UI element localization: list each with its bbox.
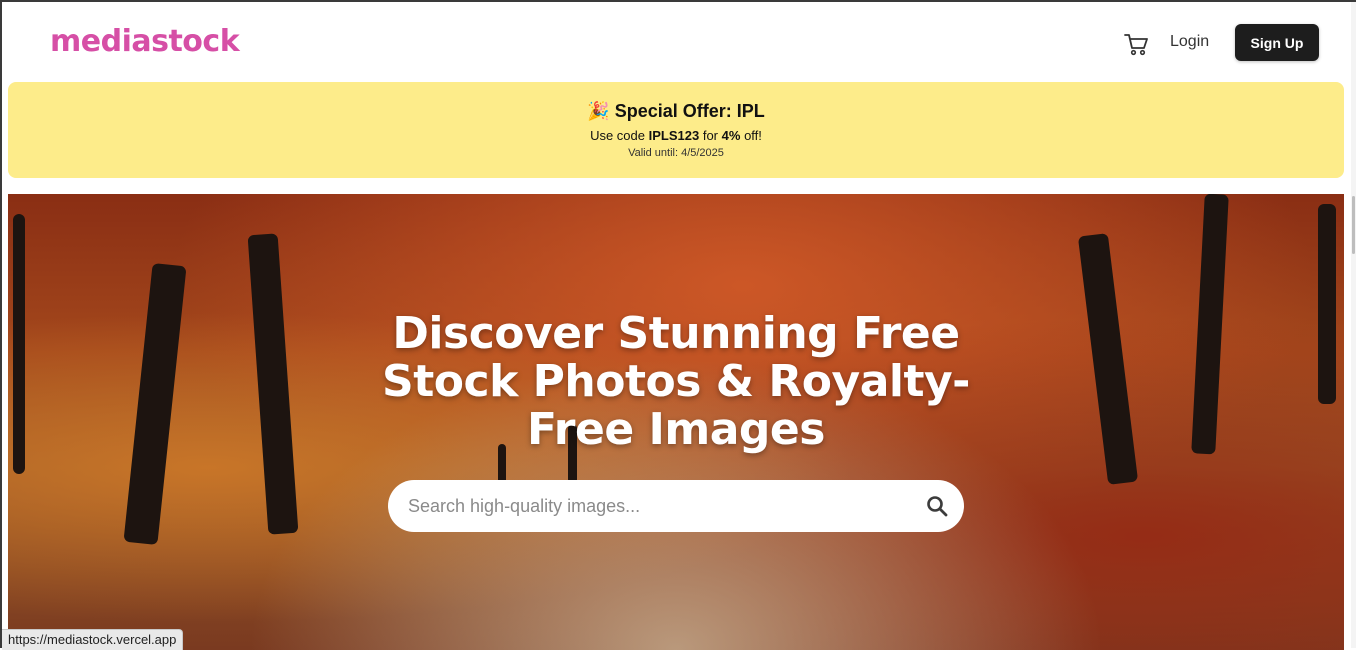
tree-trunk xyxy=(123,262,187,546)
offer-code-suffix: off! xyxy=(744,128,762,143)
scrollbar-track[interactable] xyxy=(1351,2,1356,648)
site-header: mediastock Login Sign Up xyxy=(2,2,1356,82)
special-offer-banner: 🎉 Special Offer: IPL Use code IPLS123 fo… xyxy=(8,82,1344,178)
tree-trunk xyxy=(1318,204,1336,404)
tree-trunk xyxy=(247,233,299,535)
status-bar-url: https://mediastock.vercel.app xyxy=(2,629,184,650)
search-input[interactable] xyxy=(408,480,908,532)
site-logo[interactable]: mediastock xyxy=(50,24,240,59)
offer-valid-until: Valid until: 4/5/2025 xyxy=(628,147,724,159)
offer-title: 🎉 Special Offer: IPL xyxy=(8,101,1344,122)
search-icon[interactable] xyxy=(926,495,948,517)
cart-icon[interactable] xyxy=(1122,30,1150,58)
hero-section: Discover Stunning Free Stock Photos & Ro… xyxy=(8,194,1344,650)
search-bar xyxy=(388,480,964,532)
login-link[interactable]: Login xyxy=(1170,33,1209,51)
offer-code-mid: for xyxy=(702,128,719,143)
browser-viewport: mediastock Login Sign Up 🎉 Special Offer… xyxy=(0,0,1356,650)
discount-value: 4% xyxy=(721,128,741,143)
scrollbar-thumb[interactable] xyxy=(1352,196,1355,254)
signup-button[interactable]: Sign Up xyxy=(1235,24,1319,61)
tree-trunk xyxy=(1077,233,1139,485)
offer-code-line: Use code IPLS123 for 4% off! xyxy=(8,128,1344,143)
tree-trunk xyxy=(1191,194,1229,455)
offer-title-text: Special Offer: IPL xyxy=(614,101,765,121)
party-popper-icon: 🎉 xyxy=(587,101,610,121)
hero-title: Discover Stunning Free Stock Photos & Ro… xyxy=(382,308,970,455)
promo-code: IPLS123 xyxy=(648,128,700,143)
offer-code-prefix: Use code xyxy=(590,128,645,143)
tree-trunk xyxy=(13,214,25,474)
